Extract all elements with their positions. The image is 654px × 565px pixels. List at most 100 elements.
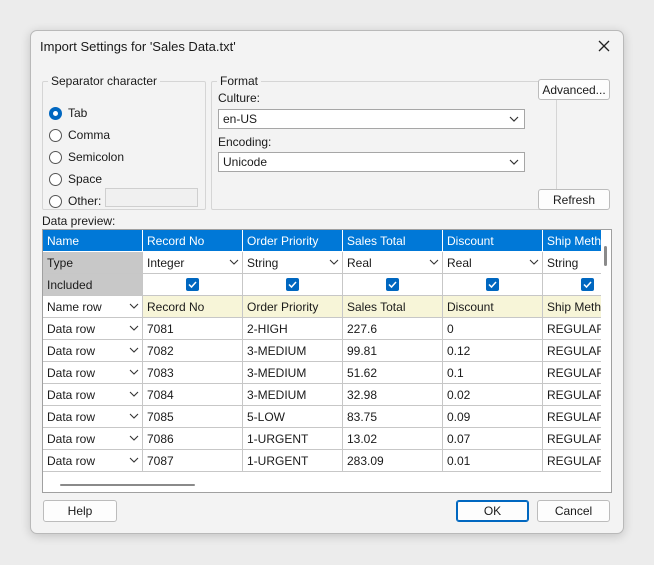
radio-space[interactable]: Space: [49, 171, 102, 187]
radio-dot[interactable]: [49, 106, 62, 120]
grid-cell[interactable]: 0.09: [443, 406, 543, 428]
grid-cell[interactable]: 0: [443, 318, 543, 340]
separator-group: Separator character Tab Comma Semicolon …: [42, 74, 206, 210]
row-kind-select[interactable]: Data row: [43, 362, 143, 384]
chevron-down-icon: [509, 159, 519, 165]
close-button[interactable]: [593, 35, 615, 57]
grid-cell[interactable]: 99.81: [343, 340, 443, 362]
radio-dot[interactable]: [49, 172, 62, 186]
radio-comma[interactable]: Comma: [49, 127, 110, 143]
grid-cell[interactable]: Order Priority: [243, 296, 343, 318]
grid-cell[interactable]: 7081: [143, 318, 243, 340]
grid-cell[interactable]: 7084: [143, 384, 243, 406]
grid-cell[interactable]: 0.12: [443, 340, 543, 362]
type-select[interactable]: String: [243, 252, 343, 274]
row-kind-select[interactable]: Data row: [43, 428, 143, 450]
included-checkbox[interactable]: [581, 278, 594, 291]
chevron-down-icon: [129, 435, 139, 441]
grid-cell[interactable]: 0.01: [443, 450, 543, 472]
grid-cell[interactable]: 3-MEDIUM: [243, 340, 343, 362]
horizontal-scrollbar[interactable]: [43, 475, 611, 492]
type-select[interactable]: Real: [343, 252, 443, 274]
data-row: Data row 7083 3-MEDIUM 51.62 0.1 REGULAR: [43, 362, 603, 384]
help-button[interactable]: Help: [43, 500, 117, 522]
grid-cell[interactable]: Ship Meth: [543, 296, 603, 318]
culture-select[interactable]: en-US: [218, 109, 525, 129]
name-row: Name row Record No Order Priority Sales …: [43, 296, 603, 318]
scroll-thumb[interactable]: [60, 484, 195, 486]
grid-cell[interactable]: Sales Total: [343, 296, 443, 318]
grid-cell[interactable]: 1-URGENT: [243, 428, 343, 450]
type-select[interactable]: String: [543, 252, 603, 274]
column-header[interactable]: Record No: [143, 230, 243, 252]
grid-cell[interactable]: 7086: [143, 428, 243, 450]
grid-cell[interactable]: REGULAR: [543, 406, 603, 428]
row-kind-select[interactable]: Data row: [43, 384, 143, 406]
radio-other[interactable]: Other:: [49, 193, 101, 209]
cancel-button[interactable]: Cancel: [537, 500, 610, 522]
grid-cell[interactable]: Record No: [143, 296, 243, 318]
grid-cell[interactable]: 7087: [143, 450, 243, 472]
radio-dot[interactable]: [49, 128, 62, 142]
grid-body: Name Record No Order Priority Sales Tota…: [43, 230, 603, 475]
grid-cell[interactable]: REGULAR: [543, 362, 603, 384]
grid-cell[interactable]: 7085: [143, 406, 243, 428]
chevron-down-icon: [429, 259, 439, 265]
grid-cell[interactable]: 5-LOW: [243, 406, 343, 428]
column-header[interactable]: Ship Meth: [543, 230, 603, 252]
radio-dot[interactable]: [49, 194, 62, 208]
grid-cell[interactable]: 7082: [143, 340, 243, 362]
row-kind-select[interactable]: Data row: [43, 318, 143, 340]
grid-cell[interactable]: REGULAR: [543, 428, 603, 450]
grid-cell[interactable]: 1-URGENT: [243, 450, 343, 472]
grid-cell[interactable]: 0.02: [443, 384, 543, 406]
grid-cell[interactable]: REGULAR: [543, 384, 603, 406]
included-checkbox[interactable]: [486, 278, 499, 291]
type-select[interactable]: Real: [443, 252, 543, 274]
grid-cell[interactable]: 3-MEDIUM: [243, 362, 343, 384]
radio-dot[interactable]: [49, 150, 62, 164]
vertical-scrollbar[interactable]: [601, 230, 611, 475]
grid-cell[interactable]: 2-HIGH: [243, 318, 343, 340]
scroll-thumb[interactable]: [604, 246, 607, 266]
encoding-select[interactable]: Unicode: [218, 152, 525, 172]
other-separator-input[interactable]: [105, 188, 198, 207]
grid-cell[interactable]: 0.1: [443, 362, 543, 384]
column-header[interactable]: Name: [43, 230, 143, 252]
grid-cell[interactable]: 3-MEDIUM: [243, 384, 343, 406]
chevron-down-icon: [129, 369, 139, 375]
type-select[interactable]: Integer: [143, 252, 243, 274]
chevron-down-icon: [329, 259, 339, 265]
grid-cell[interactable]: 32.98: [343, 384, 443, 406]
column-header[interactable]: Order Priority: [243, 230, 343, 252]
row-kind-select[interactable]: Name row: [43, 296, 143, 318]
included-checkbox[interactable]: [386, 278, 399, 291]
grid-cell[interactable]: 283.09: [343, 450, 443, 472]
radio-semicolon[interactable]: Semicolon: [49, 149, 124, 165]
radio-tab[interactable]: Tab: [49, 105, 87, 121]
grid-cell[interactable]: Discount: [443, 296, 543, 318]
column-header[interactable]: Discount: [443, 230, 543, 252]
ok-button[interactable]: OK: [456, 500, 529, 522]
included-checkbox[interactable]: [286, 278, 299, 291]
radio-label: Comma: [68, 128, 111, 142]
refresh-button[interactable]: Refresh: [538, 189, 610, 210]
row-kind-select[interactable]: Data row: [43, 450, 143, 472]
grid-cell[interactable]: 0.07: [443, 428, 543, 450]
row-kind-select[interactable]: Data row: [43, 406, 143, 428]
radio-label: Tab: [68, 106, 88, 120]
advanced-button[interactable]: Advanced...: [538, 79, 610, 100]
grid-cell[interactable]: REGULAR: [543, 318, 603, 340]
grid-cell[interactable]: REGULAR: [543, 450, 603, 472]
included-checkbox[interactable]: [186, 278, 199, 291]
grid-cell[interactable]: 51.62: [343, 362, 443, 384]
column-header[interactable]: Sales Total: [343, 230, 443, 252]
grid-cell[interactable]: 83.75: [343, 406, 443, 428]
close-icon: [598, 40, 610, 52]
grid-cell[interactable]: 7083: [143, 362, 243, 384]
row-kind-select[interactable]: Data row: [43, 340, 143, 362]
row-kind-value: Data row: [47, 409, 96, 424]
grid-cell[interactable]: 227.6: [343, 318, 443, 340]
grid-cell[interactable]: REGULAR: [543, 340, 603, 362]
grid-cell[interactable]: 13.02: [343, 428, 443, 450]
